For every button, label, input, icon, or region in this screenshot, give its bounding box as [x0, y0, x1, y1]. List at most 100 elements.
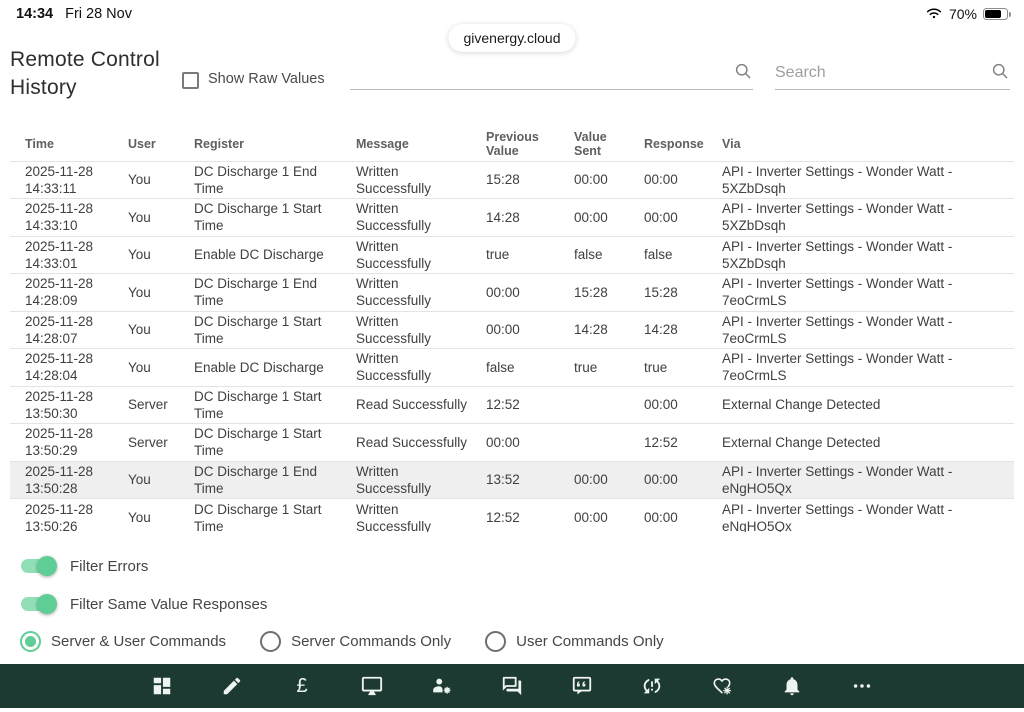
- cell-register: DC Discharge 1 End Time: [194, 161, 356, 199]
- radio-icon[interactable]: [20, 631, 41, 652]
- search-input[interactable]: [775, 64, 984, 82]
- col-previous-value: Previous Value: [486, 130, 574, 161]
- cell-value-sent: 00:00: [574, 461, 644, 499]
- cell-response: 00:00: [644, 386, 722, 424]
- cell-message: Written Successfully: [356, 461, 486, 499]
- cell-user: You: [128, 236, 194, 274]
- cell-response: true: [644, 349, 722, 387]
- cell-previous-value: 13:52: [486, 461, 574, 499]
- dashboard-icon[interactable]: [150, 674, 174, 698]
- display-monitor-icon[interactable]: [360, 674, 384, 698]
- cell-register: DC Discharge 1 End Time: [194, 274, 356, 312]
- cell-user: Server: [128, 424, 194, 462]
- cell-value-sent: 00:00: [574, 161, 644, 199]
- cell-user: You: [128, 199, 194, 237]
- status-time: 14:34: [16, 6, 53, 22]
- table-row: 2025-11-28 13:50:30 Server DC Discharge …: [10, 386, 1014, 424]
- cell-time: 2025-11-28 14:33:01: [10, 236, 128, 274]
- cell-register: Enable DC Discharge: [194, 236, 356, 274]
- filter-input-field[interactable]: [350, 56, 753, 90]
- cell-previous-value: false: [486, 349, 574, 387]
- command-filter-radios: Server & User Commands Server Commands O…: [20, 631, 664, 652]
- url-pill[interactable]: givenergy.cloud: [448, 24, 575, 52]
- search-input-field[interactable]: [775, 56, 1010, 90]
- cell-value-sent: 14:28: [574, 311, 644, 349]
- radio-label: Server & User Commands: [51, 633, 226, 650]
- col-value-sent: Value Sent: [574, 130, 644, 161]
- cell-via: API - Inverter Settings - Wonder Watt - …: [722, 199, 1014, 237]
- show-raw-values-control[interactable]: Show Raw Values: [182, 70, 328, 89]
- cell-previous-value: 12:52: [486, 499, 574, 533]
- cell-time: 2025-11-28 13:50:26: [10, 499, 128, 533]
- more-icon[interactable]: [850, 674, 874, 698]
- radio-server-commands-only[interactable]: Server Commands Only: [260, 631, 451, 652]
- user-settings-icon[interactable]: [430, 674, 454, 698]
- cell-value-sent: 00:00: [574, 499, 644, 533]
- cell-via: External Change Detected: [722, 386, 1014, 424]
- table-row: 2025-11-28 14:33:01 You Enable DC Discha…: [10, 236, 1014, 274]
- status-date: Fri 28 Nov: [65, 6, 132, 22]
- table-row: 2025-11-28 13:50:29 Server DC Discharge …: [10, 424, 1014, 462]
- cell-response: 15:28: [644, 274, 722, 312]
- cell-time: 2025-11-28 13:50:28: [10, 461, 128, 499]
- cell-response: 14:28: [644, 311, 722, 349]
- filter-same-value-control[interactable]: Filter Same Value Responses: [18, 593, 267, 615]
- table-row: 2025-11-28 14:28:09 You DC Discharge 1 E…: [10, 274, 1014, 312]
- wifi-icon: [925, 7, 943, 21]
- col-user: User: [128, 130, 194, 161]
- cell-via: API - Inverter Settings - Wonder Watt - …: [722, 274, 1014, 312]
- cell-via: API - Inverter Settings - Wonder Watt - …: [722, 311, 1014, 349]
- radio-user-commands-only[interactable]: User Commands Only: [485, 631, 664, 652]
- cell-value-sent: 00:00: [574, 199, 644, 237]
- cell-time: 2025-11-28 14:28:04: [10, 349, 128, 387]
- cell-value-sent: true: [574, 349, 644, 387]
- notifications-bell-icon[interactable]: [780, 674, 804, 698]
- cell-previous-value: 00:00: [486, 274, 574, 312]
- filter-input[interactable]: [350, 64, 727, 82]
- feedback-quote-icon[interactable]: [570, 674, 594, 698]
- col-via: Via: [722, 130, 1014, 161]
- history-table: Time User Register Message Previous Valu…: [10, 130, 1014, 532]
- col-message: Message: [356, 130, 486, 161]
- cell-message: Written Successfully: [356, 199, 486, 237]
- cell-previous-value: 15:28: [486, 161, 574, 199]
- cell-user: Server: [128, 386, 194, 424]
- cell-message: Written Successfully: [356, 161, 486, 199]
- table-row: 2025-11-28 13:50:28 You DC Discharge 1 E…: [10, 461, 1014, 499]
- filter-errors-control[interactable]: Filter Errors: [18, 555, 148, 577]
- cell-time: 2025-11-28 14:33:10: [10, 199, 128, 237]
- cell-register: DC Discharge 1 End Time: [194, 461, 356, 499]
- cell-register: DC Discharge 1 Start Time: [194, 424, 356, 462]
- filter-errors-label: Filter Errors: [70, 558, 148, 575]
- col-register: Register: [194, 130, 356, 161]
- bottom-toolbar: £: [0, 664, 1024, 708]
- cell-value-sent: [574, 386, 644, 424]
- table-row: 2025-11-28 14:28:04 You Enable DC Discha…: [10, 349, 1014, 387]
- radio-label: Server Commands Only: [291, 633, 451, 650]
- filter-same-value-label: Filter Same Value Responses: [70, 596, 267, 613]
- filter-errors-toggle[interactable]: [18, 555, 58, 577]
- cell-via: External Change Detected: [722, 424, 1014, 462]
- cell-user: You: [128, 461, 194, 499]
- home-strip: [0, 708, 1024, 712]
- filter-same-value-toggle[interactable]: [18, 593, 58, 615]
- cell-time: 2025-11-28 14:33:11: [10, 161, 128, 199]
- radio-server-user-commands[interactable]: Server & User Commands: [20, 631, 226, 652]
- cell-register: Enable DC Discharge: [194, 349, 356, 387]
- health-settings-heart-icon[interactable]: [710, 674, 734, 698]
- cell-response: 00:00: [644, 161, 722, 199]
- edit-icon[interactable]: [220, 674, 244, 698]
- battery-percent: 70%: [949, 6, 977, 22]
- radio-icon[interactable]: [485, 631, 506, 652]
- show-raw-values-checkbox[interactable]: [182, 72, 199, 89]
- table-row: 2025-11-28 14:28:07 You DC Discharge 1 S…: [10, 311, 1014, 349]
- radio-icon[interactable]: [260, 631, 281, 652]
- sync-problem-icon[interactable]: [640, 674, 664, 698]
- tariffs-pound-icon[interactable]: £: [290, 674, 314, 698]
- chat-icon[interactable]: [500, 674, 524, 698]
- cell-user: You: [128, 161, 194, 199]
- col-time: Time: [10, 130, 128, 161]
- cell-message: Written Successfully: [356, 499, 486, 533]
- cell-value-sent: false: [574, 236, 644, 274]
- cell-user: You: [128, 274, 194, 312]
